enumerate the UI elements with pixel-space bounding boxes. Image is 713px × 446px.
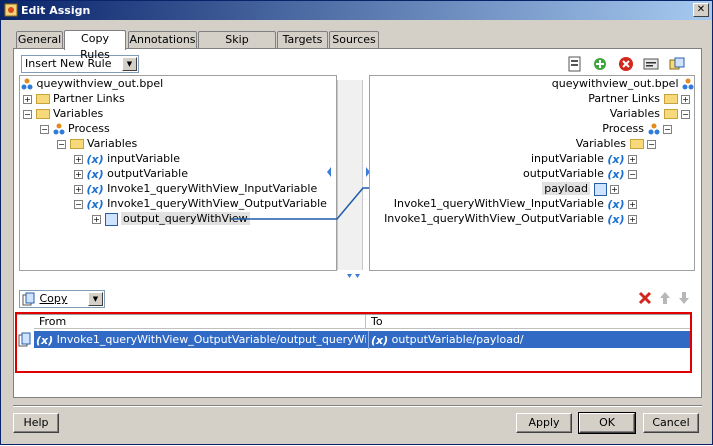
target-element-label: payload bbox=[542, 182, 590, 195]
target-partner-links-label: Partner Links bbox=[588, 92, 660, 105]
move-down-icon[interactable] bbox=[676, 291, 692, 307]
variable-icon: (x) bbox=[607, 197, 625, 211]
target-element-payload[interactable]: payload + bbox=[542, 181, 619, 196]
chevron-down-icon: ▼ bbox=[88, 292, 103, 306]
target-variables-label: Variables bbox=[609, 107, 660, 120]
button-divider bbox=[13, 405, 702, 407]
cancel-button[interactable]: Cancel bbox=[643, 413, 699, 433]
xml-element-icon bbox=[593, 182, 607, 196]
variable-icon: (x) bbox=[607, 167, 625, 181]
rule-type-value: Copy bbox=[39, 292, 68, 305]
expand-icon[interactable]: + bbox=[628, 154, 637, 164]
collapse-icon[interactable]: − bbox=[681, 109, 690, 119]
delete-rule-icon[interactable] bbox=[637, 291, 653, 307]
folder-icon bbox=[663, 94, 678, 104]
collapse-icon[interactable]: − bbox=[663, 124, 672, 134]
collapse-icon[interactable]: − bbox=[647, 139, 656, 149]
folder-open-icon bbox=[663, 109, 678, 119]
target-var-output[interactable]: outputVariable (x) − bbox=[523, 166, 637, 181]
target-var-invoke-output[interactable]: Invoke1_queryWithView_OutputVariable (x)… bbox=[384, 211, 637, 226]
ok-button[interactable]: OK bbox=[578, 412, 636, 434]
target-process-variables-label: Variables bbox=[575, 137, 626, 150]
target-var-output-label: outputVariable bbox=[523, 167, 604, 180]
bpel-process-icon bbox=[682, 78, 694, 90]
expand-icon[interactable]: + bbox=[681, 94, 690, 104]
target-process-variables[interactable]: Variables − bbox=[576, 136, 656, 151]
target-process-label: Process bbox=[602, 122, 644, 135]
help-button[interactable]: Help bbox=[13, 413, 59, 433]
folder-open-icon bbox=[629, 139, 644, 149]
target-variables[interactable]: Variables − bbox=[610, 106, 690, 121]
target-tree-root[interactable]: queywithview_out.bpel bbox=[552, 76, 694, 91]
bpel-process-icon bbox=[648, 123, 659, 135]
expand-icon[interactable]: + bbox=[628, 214, 637, 224]
variable-icon: (x) bbox=[607, 152, 625, 166]
tab-copy-rules[interactable]: Copy Rules bbox=[64, 30, 126, 61]
highlight-annotation-box bbox=[15, 312, 692, 373]
target-var-invoke-input[interactable]: Invoke1_queryWithView_InputVariable (x) … bbox=[394, 196, 637, 211]
target-var-invoke-output-label: Invoke1_queryWithView_OutputVariable bbox=[384, 212, 604, 225]
target-var-invoke-input-label: Invoke1_queryWithView_InputVariable bbox=[393, 197, 604, 210]
copy-icon bbox=[22, 292, 35, 306]
target-var-input-label: inputVariable bbox=[531, 152, 604, 165]
target-process[interactable]: Process − bbox=[602, 121, 672, 136]
variable-icon: (x) bbox=[607, 212, 625, 226]
move-up-icon[interactable] bbox=[657, 291, 673, 307]
collapse-icon[interactable]: − bbox=[628, 169, 637, 179]
target-var-input[interactable]: inputVariable (x) + bbox=[531, 151, 637, 166]
rule-type-dropdown[interactable]: Copy ▼ bbox=[19, 290, 105, 308]
target-partner-links[interactable]: Partner Links + bbox=[588, 91, 690, 106]
edit-assign-dialog: Edit Assign ✕ General Copy Rules Annotat… bbox=[0, 0, 713, 445]
expand-icon[interactable]: + bbox=[628, 199, 637, 209]
expand-icon[interactable]: + bbox=[610, 184, 619, 194]
apply-button[interactable]: Apply bbox=[516, 413, 572, 433]
target-root-label: queywithview_out.bpel bbox=[551, 77, 679, 90]
